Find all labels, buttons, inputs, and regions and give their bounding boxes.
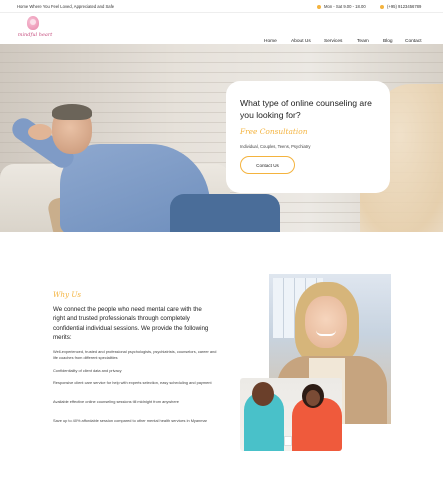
client-hair: [52, 104, 92, 120]
logo-highlight: [30, 19, 36, 25]
counseling-types: Individual, Couples, Teens, Psychiatry: [240, 144, 311, 149]
top-bar: Home Where You Feel Loved, Appreciated a…: [0, 0, 443, 13]
session-photo: [240, 378, 342, 451]
consultation-card: What type of online counseling are you l…: [226, 81, 390, 193]
hero-question: What type of online counseling are you l…: [240, 98, 372, 120]
cup: [284, 436, 292, 446]
client-head: [252, 382, 274, 406]
phone-number[interactable]: (+95) 9123456789: [380, 4, 421, 9]
logo[interactable]: mindful heart: [17, 16, 53, 42]
business-hours: Mon - Sat 9.00 - 18.00: [317, 4, 366, 9]
merit-item: Available effective online counseling se…: [53, 399, 179, 404]
merit-item: Save up to 40% affordable session compar…: [53, 418, 207, 423]
phone-icon: [380, 4, 384, 9]
hours-text: Mon - Sat 9.00 - 18.00: [324, 4, 366, 9]
free-consultation-label: Free Consultation: [240, 127, 308, 136]
merit-item: Confidentiality of client data and priva…: [53, 368, 122, 373]
contact-us-button[interactable]: Contact Us: [240, 156, 295, 174]
why-us-lead: We connect the people who need mental ca…: [53, 306, 209, 342]
counselor-face: [306, 390, 320, 406]
clock-icon: [317, 4, 321, 9]
client-hand: [28, 124, 52, 140]
phone-text: (+95) 9123456789: [387, 4, 422, 9]
counselor-face: [305, 296, 347, 348]
merit-item: Well-experienced, trusted and profession…: [53, 349, 217, 360]
logo-text: mindful heart: [17, 32, 53, 38]
client-legs: [170, 194, 280, 232]
tagline: Home Where You Feel Loved, Appreciated a…: [17, 4, 115, 9]
counselor-smile: [316, 330, 336, 336]
site-header: mindful heart Home About Us Services Tea…: [0, 13, 443, 44]
merit-item: Responsive client care service for help …: [53, 380, 212, 385]
why-us-heading: Why Us: [53, 290, 82, 299]
